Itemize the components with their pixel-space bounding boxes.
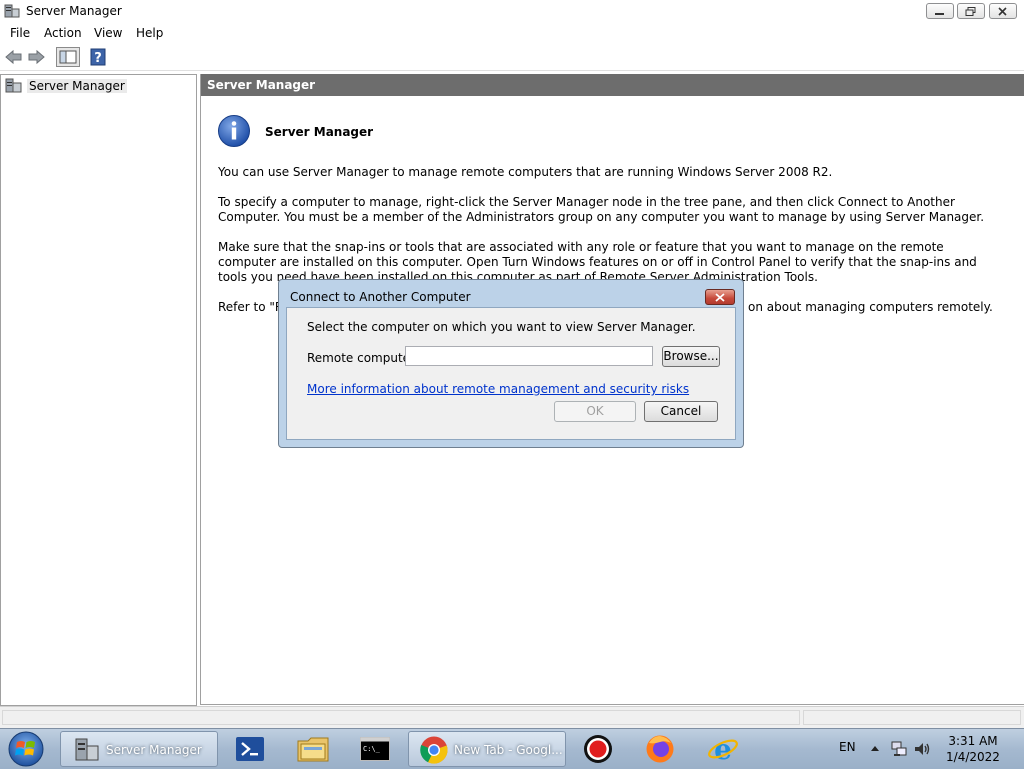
taskbar-chrome-label: New Tab - Googl... (454, 743, 563, 757)
chrome-icon (420, 736, 448, 764)
firefox-icon[interactable] (645, 734, 675, 764)
tray-expand-icon[interactable] (870, 744, 880, 752)
server-manager-icon (75, 738, 99, 761)
back-arrow-icon[interactable] (4, 48, 24, 66)
ok-button[interactable]: OK (554, 401, 636, 422)
page-heading: Server Manager (265, 125, 374, 139)
system-clock[interactable]: 3:31 AM 1/4/2022 (936, 733, 1010, 765)
more-info-link[interactable]: More information about remote management… (307, 382, 689, 396)
minimize-button[interactable] (926, 3, 954, 19)
window-title: Server Manager (26, 4, 122, 18)
dialog-title: Connect to Another Computer (290, 290, 471, 304)
menu-help[interactable]: Help (136, 26, 163, 40)
status-bar (0, 706, 1024, 729)
connect-dialog: Connect to Another Computer Select the c… (278, 279, 744, 448)
close-icon (715, 293, 725, 302)
file-explorer-icon[interactable] (297, 735, 329, 763)
clock-date: 1/4/2022 (946, 750, 1000, 764)
server-manager-icon (4, 4, 20, 18)
language-indicator[interactable]: EN (839, 740, 856, 754)
start-button-icon[interactable] (6, 730, 46, 768)
help-icon[interactable]: ? (90, 48, 106, 66)
record-icon[interactable] (583, 734, 613, 764)
svg-text:C:\_: C:\_ (363, 745, 381, 753)
remote-computer-label: Remote computer: (307, 351, 419, 365)
forward-arrow-icon[interactable] (26, 48, 46, 66)
tree-node-label: Server Manager (27, 79, 127, 93)
taskbar-chrome[interactable]: New Tab - Googl... (408, 731, 566, 767)
toolbar: ? (0, 44, 1024, 71)
close-icon (998, 7, 1007, 16)
dialog-prompt: Select the computer on which you want to… (307, 320, 696, 334)
paragraph-4-end: on about managing computers remotely. (748, 300, 993, 314)
restore-button[interactable] (957, 3, 985, 19)
menu-bar: File Action View Help (0, 22, 1024, 44)
close-button[interactable] (989, 3, 1017, 19)
dialog-close-button[interactable] (705, 289, 735, 305)
server-manager-icon (5, 78, 22, 93)
taskbar-server-manager-label: Server Manager (106, 743, 202, 757)
network-icon[interactable] (890, 740, 908, 758)
browse-button[interactable]: Browse... (662, 346, 720, 367)
info-icon (218, 115, 250, 147)
powershell-icon[interactable] (236, 737, 264, 761)
taskbar: Server Manager C:\_ New Tab - Googl... e (0, 728, 1024, 769)
cancel-button[interactable]: Cancel (644, 401, 718, 422)
status-segment (2, 710, 800, 725)
command-prompt-icon[interactable]: C:\_ (360, 737, 390, 761)
menu-file[interactable]: File (10, 26, 30, 40)
paragraph-1: You can use Server Manager to manage rem… (218, 165, 833, 179)
svg-text:e: e (714, 734, 732, 764)
main-header-title: Server Manager (207, 78, 316, 92)
restore-icon (965, 7, 976, 16)
dialog-client-area: Select the computer on which you want to… (286, 307, 736, 440)
show-hide-tree-icon[interactable] (56, 47, 80, 67)
minimize-icon (935, 13, 944, 15)
main-header: Server Manager (201, 74, 1024, 96)
paragraph-2: To specify a computer to manage, right-c… (218, 195, 985, 224)
menu-view[interactable]: View (94, 26, 122, 40)
svg-text:?: ? (94, 51, 102, 66)
remote-computer-input[interactable] (405, 346, 653, 366)
internet-explorer-icon[interactable]: e (707, 734, 739, 764)
title-bar: Server Manager (0, 0, 1024, 22)
volume-icon[interactable] (913, 740, 931, 758)
taskbar-server-manager[interactable]: Server Manager (60, 731, 218, 767)
menu-action[interactable]: Action (44, 26, 82, 40)
tree-pane: Server Manager (0, 74, 197, 706)
clock-time: 3:31 AM (948, 734, 998, 748)
status-segment (803, 710, 1021, 725)
